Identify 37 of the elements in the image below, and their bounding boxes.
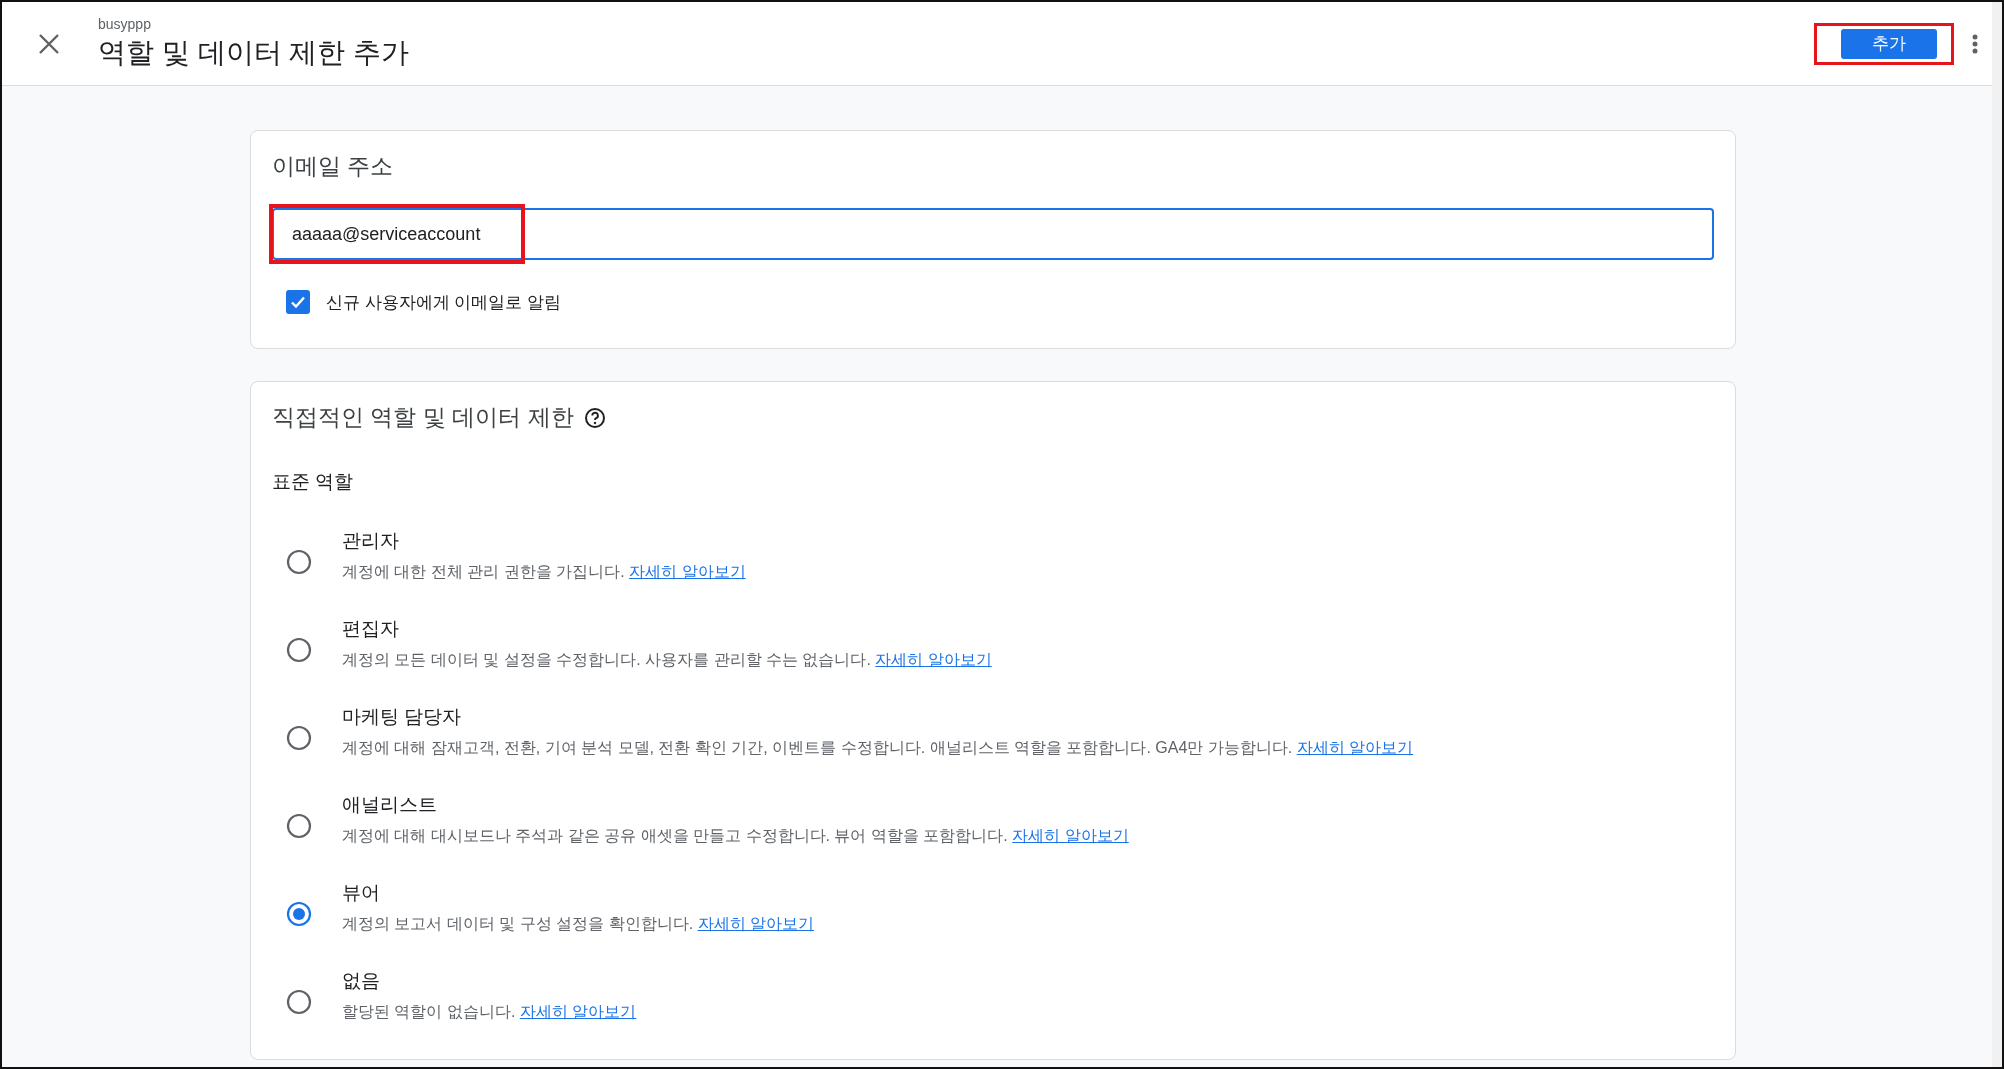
scrollbar[interactable] [1992, 2, 2002, 1067]
notify-checkbox[interactable] [286, 290, 310, 314]
role-description: 계정에 대해 대시보드나 주석과 같은 공유 애셋을 만들고 수정합니다. 뷰어 역할을 포함합니다. 자세히 알아보기 [342, 825, 1129, 846]
learn-more-link[interactable]: 자세히 알아보기 [519, 1002, 637, 1020]
role-name: 없음 [342, 968, 381, 993]
close-icon[interactable] [38, 32, 60, 55]
role-description: 계정에 대한 전체 관리 권한을 가집니다. 자세히 알아보기 [342, 561, 746, 582]
account-name: busyppp [98, 15, 152, 32]
section-label: 표준 역할 [272, 470, 355, 494]
role-name: 애널리스트 [342, 792, 438, 817]
more-menu-icon[interactable] [1972, 32, 1978, 55]
card-title: 직접적인 역할 및 데이터 제한 [272, 403, 574, 432]
radio-button[interactable] [286, 989, 312, 1015]
radio-button[interactable] [286, 549, 312, 575]
learn-more-link[interactable]: 자세히 알아보기 [1296, 738, 1414, 756]
learn-more-link[interactable]: 자세히 알아보기 [629, 562, 746, 580]
page-title: 역할 및 데이터 제한 추가 [98, 35, 411, 70]
role-name: 관리자 [342, 528, 400, 553]
role-name: 편집자 [342, 616, 400, 641]
learn-more-link[interactable]: 자세히 알아보기 [875, 650, 992, 668]
help-icon[interactable] [583, 406, 606, 429]
role-description: 계정의 보고서 데이터 및 구성 설정을 확인합니다. 자세히 알아보기 [342, 913, 815, 934]
card-title: 이메일 주소 [272, 152, 395, 181]
radio-button[interactable] [286, 813, 312, 839]
role-description: 할당된 역할이 없습니다. 자세히 알아보기 [342, 1001, 637, 1022]
email-input-field[interactable]: aaaaa@serviceaccount [272, 208, 1714, 260]
learn-more-link[interactable]: 자세히 알아보기 [1012, 826, 1129, 844]
checkbox-label: 신규 사용자에게 이메일로 알림 [326, 291, 562, 314]
role-description: 계정의 모든 데이터 및 설정을 수정합니다. 사용자를 관리할 수는 없습니다. 자세히 알아보기 [342, 649, 992, 670]
radio-button[interactable] [286, 901, 312, 927]
radio-button[interactable] [286, 637, 312, 663]
role-description: 계정에 대해 잠재고객, 전환, 기여 분석 모델, 전환 확인 기간, 이벤트를 수정합니다. 애널리스트 역할을 포함합니다. GA4만 가능합니다. 자세히 알아보기 [342, 737, 1414, 758]
radio-button[interactable] [286, 725, 312, 751]
role-name: 마케팅 담당자 [342, 704, 463, 729]
role-name: 뷰어 [342, 880, 381, 905]
add-button[interactable]: 추가 [1841, 28, 1937, 59]
learn-more-link[interactable]: 자세히 알아보기 [697, 914, 815, 932]
